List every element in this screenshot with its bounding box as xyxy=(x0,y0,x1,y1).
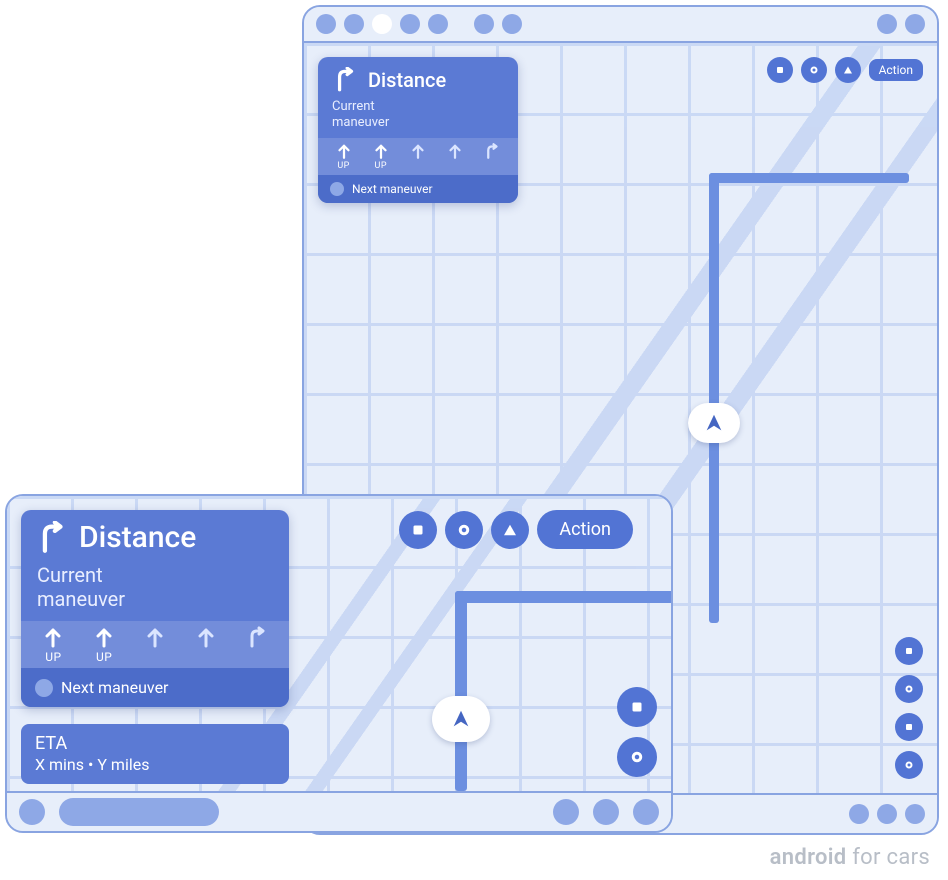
map-side-button[interactable] xyxy=(895,637,923,665)
status-dot xyxy=(474,14,494,34)
current-maneuver-label: Current maneuver xyxy=(318,95,518,138)
route-segment xyxy=(455,591,671,603)
lane xyxy=(475,142,510,171)
route-segment xyxy=(709,173,909,183)
map-action-button[interactable] xyxy=(767,57,793,83)
route-segment xyxy=(709,173,719,623)
nav-dot[interactable] xyxy=(553,799,579,825)
lane xyxy=(438,142,473,171)
navigation-card: Distance Current maneuver UP UP xyxy=(21,510,289,707)
arrow-up-icon xyxy=(41,625,65,649)
map-action-button[interactable] xyxy=(399,511,437,549)
nav-dot[interactable] xyxy=(877,804,897,824)
next-maneuver-row: Next maneuver xyxy=(21,668,289,707)
route-segment xyxy=(455,591,467,791)
map-side-cluster xyxy=(617,687,657,777)
lane-guidance: UP UP xyxy=(318,138,518,175)
map-side-cluster xyxy=(895,637,923,779)
status-dot xyxy=(428,14,448,34)
nav-pill[interactable] xyxy=(59,798,219,826)
map-side-button[interactable] xyxy=(895,675,923,703)
status-bar xyxy=(304,7,937,43)
eta-card: ETA X mins • Y miles xyxy=(21,724,289,784)
location-arrow-icon xyxy=(450,708,472,730)
arrow-up-icon xyxy=(372,142,390,160)
next-maneuver-label: Next maneuver xyxy=(61,678,168,697)
map-action-strip: Action xyxy=(399,510,633,549)
next-maneuver-icon xyxy=(330,182,344,196)
system-nav-bar xyxy=(7,791,671,831)
arrow-up-icon xyxy=(335,142,353,160)
map-action-chip[interactable]: Action xyxy=(869,59,923,81)
lane: UP xyxy=(80,625,129,664)
next-maneuver-icon xyxy=(35,679,53,697)
status-dot xyxy=(877,14,897,34)
status-dot xyxy=(344,14,364,34)
map-action-strip: Action xyxy=(767,57,923,83)
nav-dot[interactable] xyxy=(905,804,925,824)
nav-dot[interactable] xyxy=(593,799,619,825)
eta-title: ETA xyxy=(35,732,275,755)
map-action-button[interactable] xyxy=(491,511,529,549)
lane: UP xyxy=(363,142,398,171)
status-dot-active xyxy=(372,14,392,34)
turn-right-icon xyxy=(245,625,269,649)
device-landscape: Distance Current maneuver UP UP xyxy=(5,494,673,833)
map-side-button[interactable] xyxy=(617,737,657,777)
current-location-marker xyxy=(688,403,740,443)
turn-right-icon xyxy=(35,521,69,555)
nav-distance: Distance xyxy=(368,68,446,92)
status-dot xyxy=(400,14,420,34)
map-action-button[interactable] xyxy=(445,511,483,549)
map-side-button[interactable] xyxy=(895,713,923,741)
map-side-button[interactable] xyxy=(617,687,657,727)
map-action-button[interactable] xyxy=(801,57,827,83)
lane: UP xyxy=(29,625,78,664)
arrow-up-icon xyxy=(194,625,218,649)
location-arrow-icon xyxy=(703,412,725,434)
nav-distance: Distance xyxy=(79,520,196,555)
status-dot xyxy=(502,14,522,34)
next-maneuver-row: Next maneuver xyxy=(318,175,518,203)
turn-right-icon xyxy=(332,67,358,93)
lane: UP xyxy=(326,142,361,171)
current-maneuver-label: Current maneuver xyxy=(21,557,289,621)
arrow-up-icon xyxy=(446,142,464,160)
status-dot xyxy=(316,14,336,34)
map-side-button[interactable] xyxy=(895,751,923,779)
arrow-up-icon xyxy=(92,625,116,649)
nav-dot[interactable] xyxy=(633,799,659,825)
arrow-up-icon xyxy=(143,625,167,649)
nav-dot[interactable] xyxy=(19,799,45,825)
lane xyxy=(232,625,281,664)
lane xyxy=(131,625,180,664)
arrow-up-icon xyxy=(409,142,427,160)
map-action-chip[interactable]: Action xyxy=(537,510,633,549)
navigation-card: Distance Current maneuver UP UP xyxy=(318,57,518,203)
status-dot xyxy=(905,14,925,34)
turn-right-icon xyxy=(483,142,501,160)
lane xyxy=(181,625,230,664)
next-maneuver-label: Next maneuver xyxy=(352,182,433,196)
lane-guidance: UP UP xyxy=(21,621,289,668)
nav-dot[interactable] xyxy=(849,804,869,824)
map-canvas[interactable]: Distance Current maneuver UP UP xyxy=(7,496,671,791)
brand-watermark: android for cars xyxy=(770,845,930,870)
lane xyxy=(400,142,435,171)
map-action-button[interactable] xyxy=(835,57,861,83)
current-location-marker xyxy=(432,696,490,742)
eta-detail: X mins • Y miles xyxy=(35,755,275,776)
